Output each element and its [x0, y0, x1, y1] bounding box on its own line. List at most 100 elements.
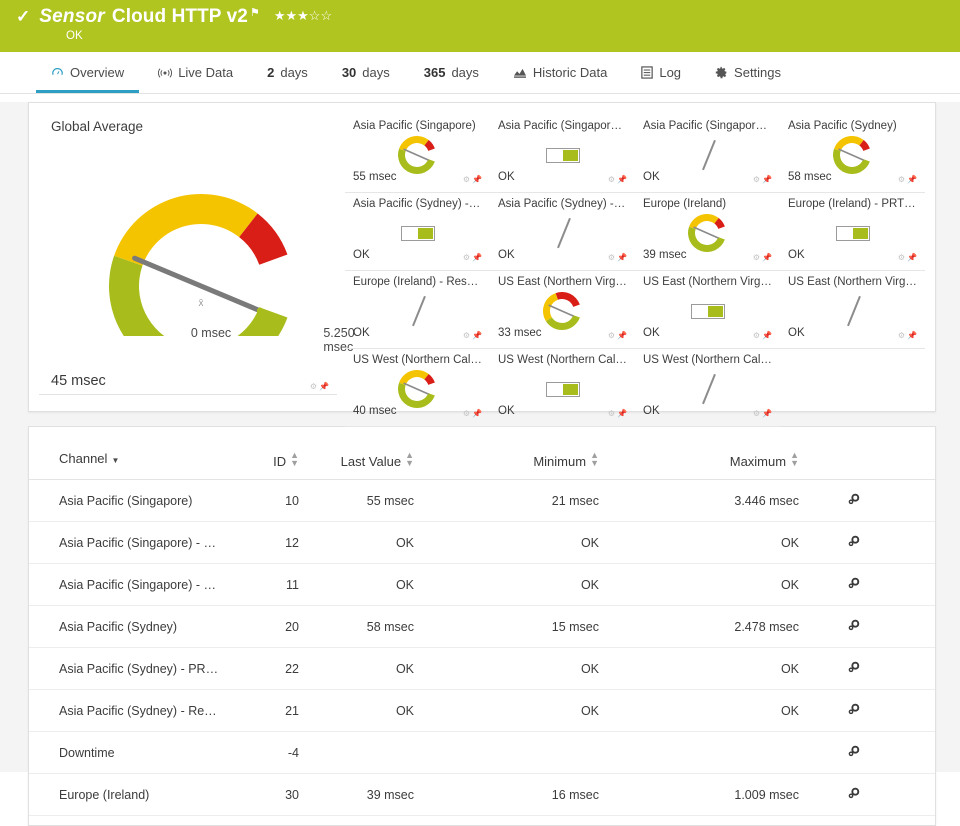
mini-gauge-actions[interactable]: ⚙📌: [898, 253, 919, 262]
tab-30-days[interactable]: 30 days: [325, 52, 407, 93]
column-header-last-value[interactable]: Last Value ▲ ▼: [309, 445, 424, 480]
channel-name: Asia Pacific (Sydney) - PR…: [59, 661, 219, 676]
mini-gauge-actions[interactable]: ⚙📌: [608, 253, 629, 262]
mini-gauge-cell[interactable]: Europe (Ireland) 39 msec ⚙📌: [635, 193, 780, 271]
mini-gauge-icon: [830, 129, 876, 182]
cell-last-value: OK: [309, 647, 424, 690]
mini-gauge-cell[interactable]: Asia Pacific (Singapore) - PR…OK⚙📌: [490, 115, 635, 193]
table-row[interactable]: Europe (Ireland) 30 39 msec 16 msec 1.009 ms…: [29, 773, 935, 816]
mini-gauge-value: 33 msec: [498, 327, 542, 339]
row-settings-icon[interactable]: [847, 534, 861, 551]
mini-gauge-cell[interactable]: Asia Pacific (Singapore) 55 msec ⚙📌: [345, 115, 490, 193]
mini-gauge-actions[interactable]: ⚙📌: [608, 331, 629, 340]
cell-actions[interactable]: [809, 773, 935, 816]
tab-historic-data[interactable]: Historic Data: [496, 52, 624, 93]
mini-gauge-actions[interactable]: ⚙📌: [753, 331, 774, 340]
channel-name: Asia Pacific (Singapore): [59, 493, 193, 508]
cell-actions[interactable]: [809, 563, 935, 606]
cell-actions[interactable]: [809, 647, 935, 690]
flatline-indicator: [833, 291, 873, 331]
cell-maximum: [609, 731, 809, 774]
column-header-channel[interactable]: Channel ▼: [29, 445, 239, 480]
cell-actions[interactable]: [809, 521, 935, 564]
mini-gauge-actions[interactable]: ⚙📌: [753, 409, 774, 418]
row-settings-icon[interactable]: [847, 660, 861, 677]
global-gauge-actions[interactable]: ⚙📌: [310, 382, 331, 391]
mini-gauge-cell[interactable]: US West (Northern California)…OK⚙📌: [635, 349, 780, 427]
flatline-indicator: [543, 213, 583, 253]
mini-gauge-actions[interactable]: ⚙📌: [753, 175, 774, 184]
mini-gauge-cell[interactable]: Europe (Ireland) - PRTG Cloud…OK⚙📌: [780, 193, 925, 271]
cell-id: -4: [239, 731, 309, 774]
mini-gauge-cell[interactable]: US West (Northern California)40 msec⚙📌: [345, 349, 490, 427]
cell-actions[interactable]: [809, 605, 935, 648]
table-row[interactable]: Asia Pacific (Singapore) 10 55 msec 21 msec…: [29, 479, 935, 522]
mini-gauge-actions[interactable]: ⚙📌: [608, 409, 629, 418]
cell-channel: Asia Pacific (Sydney): [29, 605, 239, 648]
mini-gauge-value: OK: [643, 405, 660, 417]
mini-gauge-actions[interactable]: ⚙📌: [753, 253, 774, 262]
row-settings-icon[interactable]: [847, 618, 861, 635]
column-header-actions: [809, 445, 935, 480]
mini-gauge-icon: [685, 207, 731, 260]
cell-maximum: OK: [609, 689, 809, 732]
cell-actions[interactable]: [809, 689, 935, 732]
cell-actions[interactable]: [809, 479, 935, 522]
boolean-indicator: [835, 225, 870, 241]
tab-log[interactable]: Log: [624, 52, 698, 93]
flag-icon[interactable]: ⚑: [250, 6, 260, 19]
table-row[interactable]: Asia Pacific (Sydney) - Re… 21 OK OK OK: [29, 689, 935, 732]
mini-gauge-cell[interactable]: US West (Northern California)…OK⚙📌: [490, 349, 635, 427]
mini-gauge-value: OK: [353, 327, 370, 339]
tab-overview[interactable]: Overview: [34, 52, 141, 93]
mini-gauge-actions[interactable]: ⚙📌: [463, 175, 484, 184]
tab-number: 2: [267, 65, 275, 80]
mini-gauge-cell[interactable]: US East (Northern Virginia) - …OK⚙📌: [635, 271, 780, 349]
column-label-id: ID: [273, 454, 287, 469]
mini-gauge-cell[interactable]: Europe (Ireland) - Response C…OK⚙📌: [345, 271, 490, 349]
mini-gauge-value: 40 msec: [353, 405, 397, 417]
column-header-minimum[interactable]: Minimum ▲ ▼: [424, 445, 609, 480]
tab-live-data[interactable]: Live Data: [141, 52, 250, 93]
mini-gauge-cell[interactable]: Asia Pacific (Singapore) - Res…OK⚙📌: [635, 115, 780, 193]
column-header-maximum[interactable]: Maximum ▲ ▼: [609, 445, 809, 480]
mini-gauge-actions[interactable]: ⚙📌: [463, 253, 484, 262]
mini-gauge-actions[interactable]: ⚙📌: [463, 331, 484, 340]
tab-365-days[interactable]: 365 days: [407, 52, 496, 93]
mini-gauge-cell[interactable]: US East (Northern Virginia) - …OK⚙📌: [780, 271, 925, 349]
mini-gauge-cell[interactable]: Asia Pacific (Sydney) 58 msec ⚙📌: [780, 115, 925, 193]
tab-2-days[interactable]: 2 days: [250, 52, 325, 93]
table-row[interactable]: Asia Pacific (Singapore) - … 12 OK OK OK: [29, 521, 935, 564]
mini-gauge-cell[interactable]: Asia Pacific (Sydney) - Respo…OK⚙📌: [490, 193, 635, 271]
tab-settings[interactable]: Settings: [698, 52, 798, 93]
channel-name: Asia Pacific (Singapore) - …: [59, 577, 217, 592]
tab-label: Overview: [70, 65, 125, 80]
table-row[interactable]: Asia Pacific (Singapore) - … 11 OK OK OK: [29, 563, 935, 606]
row-settings-icon[interactable]: [847, 786, 861, 803]
cell-id: 10: [239, 479, 309, 522]
mini-gauge-actions[interactable]: ⚙📌: [898, 175, 919, 184]
mini-gauge-actions[interactable]: ⚙📌: [463, 409, 484, 418]
cell-actions[interactable]: [809, 731, 935, 774]
mini-gauge-icon: [395, 363, 441, 416]
table-row[interactable]: Asia Pacific (Sydney) 20 58 msec 15 msec 2.4…: [29, 605, 935, 648]
mini-gauge-icon: [395, 129, 441, 182]
row-settings-icon[interactable]: [847, 492, 861, 509]
row-settings-icon[interactable]: [847, 576, 861, 593]
cell-channel: Europe (Ireland): [29, 773, 239, 816]
mini-gauge-actions[interactable]: ⚙📌: [608, 175, 629, 184]
column-header-id[interactable]: ID ▲ ▼: [239, 445, 309, 480]
mini-gauge-actions[interactable]: ⚙📌: [898, 331, 919, 340]
boolean-indicator: [690, 303, 725, 319]
cell-channel: Asia Pacific (Singapore) - …: [29, 521, 239, 564]
mini-gauge-cell[interactable]: Asia Pacific (Sydney) - PRTG …OK⚙📌: [345, 193, 490, 271]
row-settings-icon[interactable]: [847, 744, 861, 761]
table-row[interactable]: Downtime -4: [29, 731, 935, 774]
column-label-maximum: Maximum: [729, 454, 787, 469]
row-settings-icon[interactable]: [847, 702, 861, 719]
channels-panel: Channel ▼ ID ▲ ▼ Last Value ▲ ▼ Minimum ▲ ▼ Max…: [28, 426, 936, 826]
table-row[interactable]: Asia Pacific (Sydney) - PR… 22 OK OK OK: [29, 647, 935, 690]
priority-stars[interactable]: ★★★☆☆: [274, 8, 332, 24]
mini-gauge-cell[interactable]: US East (Northern Virginia) 33 msec ⚙📌: [490, 271, 635, 349]
channel-name: Asia Pacific (Sydney) - Re…: [59, 703, 217, 718]
